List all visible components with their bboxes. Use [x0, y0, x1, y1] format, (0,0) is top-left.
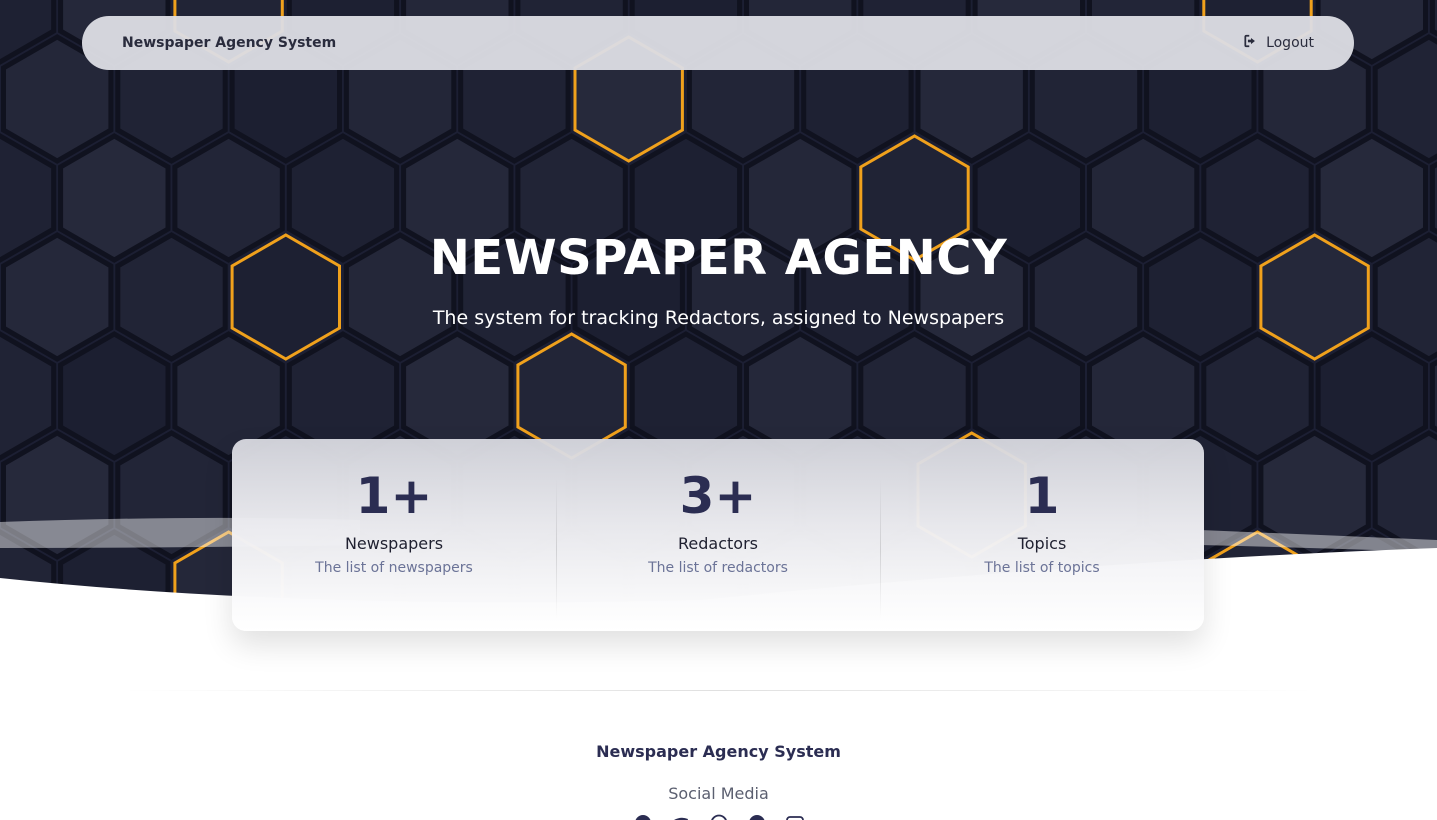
stat-name: Topics — [1017, 534, 1067, 553]
stat-value: 1+ — [355, 467, 433, 525]
dribbble-icon[interactable] — [710, 814, 728, 820]
stat-topics[interactable]: 1 Topics The list of topics — [880, 439, 1204, 631]
stat-name: Redactors — [678, 534, 758, 553]
stat-redactors[interactable]: 3+ Redactors The list of redactors — [556, 439, 880, 631]
navbar-brand[interactable]: Newspaper Agency System — [122, 35, 336, 51]
sign-out-icon — [1244, 34, 1258, 52]
logout-button[interactable]: Logout — [1244, 34, 1314, 52]
stat-name: Newspapers — [344, 534, 444, 553]
navbar: Newspaper Agency System Logout — [82, 16, 1354, 70]
logout-label: Logout — [1266, 35, 1314, 51]
footer-brand: Newspaper Agency System — [596, 742, 841, 761]
hero-subtitle: The system for tracking Redactors, assig… — [432, 307, 1005, 329]
hero-title: NEWSPAPER AGENCY — [429, 230, 1008, 286]
social-links — [0, 814, 1437, 820]
facebook-icon[interactable] — [634, 814, 652, 820]
stat-newspapers[interactable]: 1+ Newspapers The list of newspapers — [232, 439, 556, 631]
stat-description: The list of redactors — [648, 560, 788, 576]
stat-value: 1 — [1024, 467, 1060, 525]
stat-description: The list of newspapers — [315, 560, 473, 576]
social-media-heading: Social Media — [668, 784, 769, 803]
twitter-icon[interactable] — [672, 814, 690, 820]
youtube-icon[interactable] — [785, 814, 804, 820]
stat-value: 3+ — [679, 467, 757, 525]
footer-divider — [120, 690, 1317, 691]
stats-card: 1+ Newspapers The list of newspapers 3+ … — [232, 439, 1204, 631]
github-icon[interactable] — [748, 814, 766, 820]
stat-description: The list of topics — [984, 560, 1100, 576]
